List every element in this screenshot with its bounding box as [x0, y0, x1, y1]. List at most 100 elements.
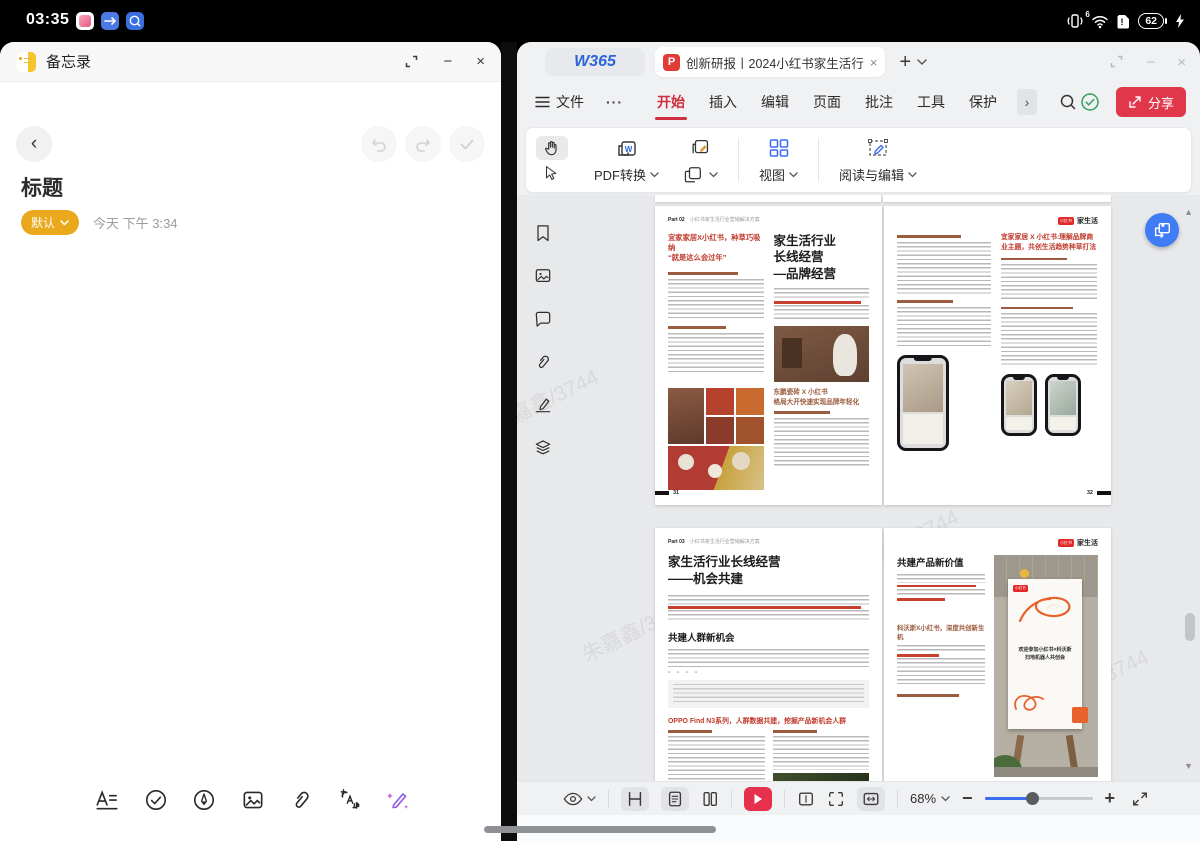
close-tab-button[interactable]: ×	[870, 55, 878, 70]
confirm-button[interactable]	[449, 126, 485, 162]
fit-width-button[interactable]	[857, 787, 885, 811]
continuous-scroll-button[interactable]	[621, 787, 649, 811]
ai-pen-button[interactable]	[383, 785, 413, 815]
app-icon-1	[76, 12, 94, 30]
back-button[interactable]: ‹	[16, 126, 52, 162]
fit-screen-button[interactable]	[827, 790, 845, 808]
notes-minimize-button[interactable]: −	[443, 54, 452, 69]
tab-insert[interactable]: 插入	[707, 86, 739, 118]
menu-overflow-button[interactable]: ›	[1017, 89, 1037, 115]
pdf-page-31: Part 02小红书家生活行业营销解决方案 宜家家居X小红书，种草巧吸纳 “就是…	[655, 206, 882, 505]
attachment-tool-button[interactable]	[533, 352, 553, 372]
pdf-to-word-fab[interactable]	[1145, 213, 1179, 247]
body-text-placeholder	[668, 333, 764, 375]
comment-tool-button[interactable]	[533, 309, 553, 329]
poster-hand-doodle	[1012, 675, 1046, 715]
split-screen-divider[interactable]	[501, 42, 517, 841]
zoom-in-button[interactable]: +	[1105, 788, 1116, 809]
image-tool-button[interactable]	[533, 266, 553, 286]
zoom-out-button[interactable]: −	[962, 788, 973, 809]
vertical-scrollbar-thumb[interactable]	[1185, 613, 1195, 641]
event-photo: 小红书 欢迎参加小红书×科沃斯 扫地机器人共创会	[994, 555, 1098, 777]
tab-page[interactable]: 页面	[811, 86, 843, 118]
file-menu[interactable]: 文件	[535, 92, 584, 112]
view-layout-icon	[767, 136, 791, 160]
watermark: 朱嘉鑫/3744	[517, 361, 603, 439]
single-page-view-button[interactable]	[661, 787, 689, 811]
insert-image-button[interactable]	[238, 785, 268, 815]
share-button[interactable]: 分享	[1116, 87, 1186, 117]
app-icon-2	[101, 12, 119, 30]
tab-protect[interactable]: 保护	[967, 86, 999, 118]
chevron-down-icon	[650, 172, 659, 178]
select-tool-button[interactable]	[536, 162, 568, 184]
pagenum-bar	[1097, 491, 1111, 495]
scan-text-button[interactable]	[335, 785, 365, 815]
emphasis-text-placeholder	[668, 606, 861, 609]
hand-tool-button[interactable]	[536, 136, 568, 160]
charging-bolt-icon	[1174, 13, 1186, 29]
fullscreen-button[interactable]	[1131, 790, 1149, 808]
body-text-placeholder	[897, 574, 985, 583]
category-label: 默认	[31, 214, 55, 231]
two-page-view-button[interactable]	[701, 790, 719, 808]
poster-text: 欢迎参加小红书×科沃斯 扫地机器人共创会	[1010, 647, 1080, 662]
subhead-placeholder	[897, 694, 959, 696]
chevron-down-icon	[60, 220, 69, 226]
back-icon: ‹	[31, 133, 37, 155]
wps-minimize-button[interactable]: −	[1146, 54, 1155, 71]
zoom-level-selector[interactable]: 68%	[910, 791, 950, 806]
zoom-slider-thumb[interactable]	[1026, 792, 1039, 805]
body-text-placeholder	[673, 684, 864, 704]
food-photo	[736, 417, 764, 444]
read-edit-label: 阅读与编辑	[839, 165, 904, 184]
document-tab[interactable]: P 创新研报丨2024小红书家生活行 ×	[655, 47, 885, 77]
more-menu-button[interactable]: ···	[606, 94, 623, 110]
pdf-convert-group[interactable]: W PDF转换	[590, 134, 663, 186]
notes-close-button[interactable]: ×	[476, 54, 485, 69]
part-label: Part 02	[668, 217, 685, 223]
search-button[interactable]	[1059, 93, 1077, 111]
doodle-button[interactable]	[189, 785, 219, 815]
attachment-button[interactable]	[286, 785, 316, 815]
pdf-edit-group[interactable]	[679, 134, 722, 186]
document-canvas[interactable]: 朱嘉鑫/3744 朱嘉鑫/3744 朱嘉鑫/3744 朱嘉鑫/3744 朱嘉鑫/…	[517, 195, 1200, 781]
view-mode-button[interactable]	[563, 791, 596, 807]
body-text-placeholder	[668, 279, 764, 319]
notes-split-resize-button[interactable]	[404, 54, 419, 69]
checklist-button[interactable]	[141, 785, 171, 815]
presentation-play-button[interactable]	[744, 787, 772, 811]
wps-office-window: W365 P 创新研报丨2024小红书家生活行 × + − × 文件 ··· 开…	[517, 42, 1200, 841]
layers-tool-button[interactable]	[533, 438, 553, 458]
zoom-slider[interactable]	[985, 797, 1093, 800]
text-format-button[interactable]	[92, 785, 122, 815]
read-edit-group[interactable]: 阅读与编辑	[835, 134, 921, 186]
new-tab-button[interactable]: +	[899, 51, 911, 74]
signature-tool-button[interactable]	[533, 395, 553, 415]
tab-list-chevron-icon[interactable]	[917, 59, 927, 66]
view-group[interactable]: 视图	[755, 134, 802, 186]
android-status-bar: 03:35 6 ! 62	[0, 0, 1200, 42]
wps-split-resize-button[interactable]	[1109, 54, 1124, 71]
chevron-down-icon	[908, 172, 917, 178]
tab-home[interactable]: 开始	[655, 86, 687, 118]
body-text-placeholder	[668, 610, 869, 622]
wps-close-button[interactable]: ×	[1177, 54, 1186, 71]
bookmark-tool-button[interactable]	[533, 223, 553, 243]
gesture-navigation-pill[interactable]	[484, 826, 716, 833]
note-title[interactable]: 标题	[21, 172, 63, 202]
scroll-down-button[interactable]: ▼	[1184, 761, 1193, 771]
redo-button[interactable]	[405, 126, 441, 162]
undo-button[interactable]	[361, 126, 397, 162]
table-setting-photo	[668, 446, 764, 490]
tab-edit[interactable]: 编辑	[759, 86, 791, 118]
wps-home-button[interactable]: W365	[545, 48, 645, 76]
tab-tools[interactable]: 工具	[915, 86, 947, 118]
fit-page-button[interactable]	[797, 790, 815, 808]
scroll-up-button[interactable]: ▲	[1184, 207, 1193, 217]
tab-comment[interactable]: 批注	[863, 86, 895, 118]
category-selector[interactable]: 默认	[21, 210, 79, 235]
body-text-placeholder	[1001, 313, 1097, 367]
body-text-placeholder	[1001, 264, 1097, 302]
share-label: 分享	[1148, 93, 1174, 112]
